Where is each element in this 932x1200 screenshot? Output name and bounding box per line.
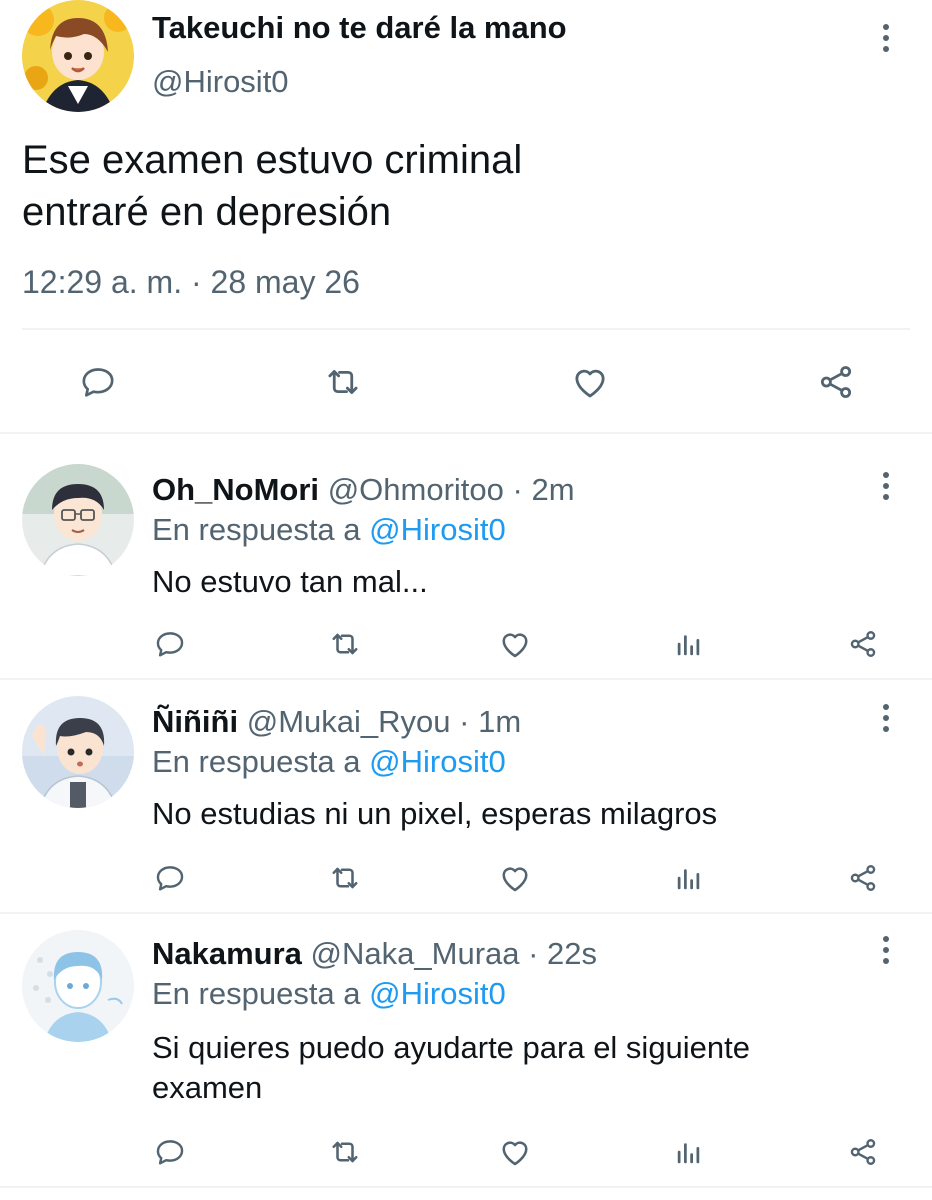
reply-header: Oh_NoMori @Ohmoritoo · 2m xyxy=(152,472,575,508)
tweet-timestamp[interactable]: 12:29 a. m. · 28 may 26 xyxy=(22,264,360,301)
reply-text: Si quieres puedo ayudarte para el siguie… xyxy=(152,1030,751,1105)
divider xyxy=(22,328,910,330)
reply-icon[interactable] xyxy=(152,858,188,898)
avatar[interactable] xyxy=(22,464,134,576)
reply-text: No estuvo tan mal... xyxy=(152,564,428,599)
reply-actions xyxy=(0,1132,932,1172)
replying-to: En respuesta a @Hirosit0 xyxy=(152,512,506,548)
replying-to: En respuesta a @Hirosit0 xyxy=(152,744,506,780)
analytics-icon[interactable] xyxy=(672,858,706,898)
avatar[interactable] xyxy=(22,930,134,1042)
replying-to-prefix: En respuesta a xyxy=(152,744,361,779)
reply-actions xyxy=(0,624,932,664)
more-options-icon[interactable] xyxy=(876,466,896,506)
mention-link[interactable]: @Hirosit0 xyxy=(369,512,506,547)
reply-tweet[interactable]: Nakamura @Naka_Muraa · 22s En respuesta … xyxy=(0,914,932,1186)
author-name[interactable]: Ñiñiñi xyxy=(152,704,238,739)
tweet-text-line: entraré en depresión xyxy=(22,190,392,234)
share-icon[interactable] xyxy=(844,624,882,664)
reply-tweet[interactable]: Ñiñiñi @Mukai_Ryou · 1m En respuesta a @… xyxy=(0,680,932,912)
tweet-text: Ese examen estuvo criminal entraré en de… xyxy=(22,134,522,238)
analytics-icon[interactable] xyxy=(672,1132,706,1172)
like-icon[interactable] xyxy=(496,1132,534,1172)
reply-icon[interactable] xyxy=(152,624,188,664)
like-icon[interactable] xyxy=(566,360,614,404)
divider xyxy=(0,1186,932,1188)
mention-link[interactable]: @Hirosit0 xyxy=(369,976,506,1011)
like-icon[interactable] xyxy=(496,624,534,664)
reply-header: Ñiñiñi @Mukai_Ryou · 1m xyxy=(152,704,521,740)
author-handle[interactable]: @Mukai_Ryou xyxy=(247,704,451,739)
author-handle[interactable]: @Ohmoritoo xyxy=(328,472,504,507)
tweet-actions xyxy=(0,352,932,412)
tweet-text-line: Ese examen estuvo criminal xyxy=(22,138,523,182)
replying-to-prefix: En respuesta a xyxy=(152,976,361,1011)
more-options-icon[interactable] xyxy=(876,698,896,738)
retweet-icon[interactable] xyxy=(326,1132,364,1172)
retweet-icon[interactable] xyxy=(318,360,368,404)
tweet-time: · 2m xyxy=(512,472,575,507)
share-icon[interactable] xyxy=(844,1132,882,1172)
replying-to-prefix: En respuesta a xyxy=(152,512,361,547)
retweet-icon[interactable] xyxy=(326,858,364,898)
reply-header: Nakamura @Naka_Muraa · 22s xyxy=(152,936,597,972)
author-name[interactable]: Nakamura xyxy=(152,936,302,971)
avatar[interactable] xyxy=(22,0,134,112)
tweet-time: · 1m xyxy=(459,704,522,739)
reply-icon[interactable] xyxy=(152,1132,188,1172)
analytics-icon[interactable] xyxy=(672,624,706,664)
avatar[interactable] xyxy=(22,696,134,808)
author-handle[interactable]: @Hirosit0 xyxy=(152,64,289,100)
share-icon[interactable] xyxy=(844,858,882,898)
reply-icon[interactable] xyxy=(74,360,122,404)
mention-link[interactable]: @Hirosit0 xyxy=(369,744,506,779)
more-options-icon[interactable] xyxy=(876,930,896,970)
reply-actions xyxy=(0,858,932,898)
replying-to: En respuesta a @Hirosit0 xyxy=(152,976,506,1012)
reply-text: No estudias ni un pixel, esperas milagro… xyxy=(152,796,718,831)
like-icon[interactable] xyxy=(496,858,534,898)
share-icon[interactable] xyxy=(812,360,860,404)
retweet-icon[interactable] xyxy=(326,624,364,664)
author-name[interactable]: Takeuchi no te daré la mano xyxy=(152,10,567,46)
reply-tweet[interactable]: Oh_NoMori @Ohmoritoo · 2m En respuesta a… xyxy=(0,434,932,678)
author-name[interactable]: Oh_NoMori xyxy=(152,472,319,507)
author-handle[interactable]: @Naka_Muraa xyxy=(311,936,520,971)
tweet-time: · 22s xyxy=(528,936,598,971)
more-options-icon[interactable] xyxy=(876,18,896,58)
main-tweet: Takeuchi no te daré la mano @Hirosit0 Es… xyxy=(0,0,932,432)
